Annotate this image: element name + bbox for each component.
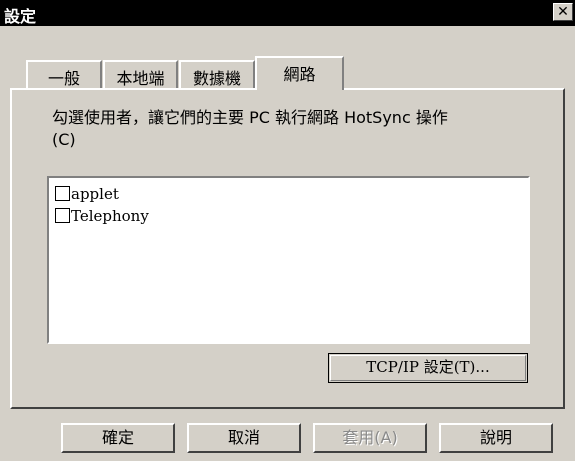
user-label: applet: [71, 185, 119, 203]
list-item[interactable]: Telephony: [55, 206, 149, 226]
user-list[interactable]: applet Telephony: [47, 176, 530, 344]
description-mnemonic: (C): [52, 130, 76, 149]
window-title: 設定: [4, 7, 37, 26]
user-checkbox[interactable]: [55, 186, 70, 201]
cancel-label: 取消: [227, 428, 260, 447]
title-bar: 設定 ✕: [0, 0, 575, 26]
tab-modem[interactable]: 數據機: [179, 60, 255, 88]
tcp-ip-settings-button[interactable]: TCP/IP 設定(T)...: [328, 353, 528, 383]
tab-local[interactable]: 本地端: [103, 60, 178, 88]
tcp-ip-label: TCP/IP 設定(T)...: [366, 358, 490, 376]
list-item[interactable]: applet: [55, 184, 119, 204]
tab-general[interactable]: 一般: [26, 60, 102, 88]
help-button[interactable]: 說明: [439, 423, 553, 453]
close-button[interactable]: ✕: [553, 3, 573, 21]
user-checkbox[interactable]: [55, 208, 70, 223]
description-text: 勾選使用者，讓它們的主要 PC 執行網路 HotSync 操作: [52, 108, 448, 127]
tab-network[interactable]: 網路: [255, 56, 344, 90]
apply-button[interactable]: 套用(A): [313, 423, 427, 453]
ok-label: 確定: [101, 428, 134, 447]
close-icon: ✕: [557, 4, 569, 20]
cancel-button[interactable]: 取消: [187, 423, 301, 453]
tab-local-label: 本地端: [116, 69, 165, 88]
tab-general-label: 一般: [47, 69, 80, 88]
network-description: 勾選使用者，讓它們的主要 PC 執行網路 HotSync 操作 (C): [52, 107, 522, 151]
apply-label: 套用(A): [342, 428, 398, 447]
tab-network-label: 網路: [283, 65, 316, 84]
tab-modem-label: 數據機: [192, 69, 241, 88]
user-label: Telephony: [71, 207, 149, 225]
ok-button[interactable]: 確定: [61, 423, 175, 453]
help-label: 說明: [479, 428, 512, 447]
